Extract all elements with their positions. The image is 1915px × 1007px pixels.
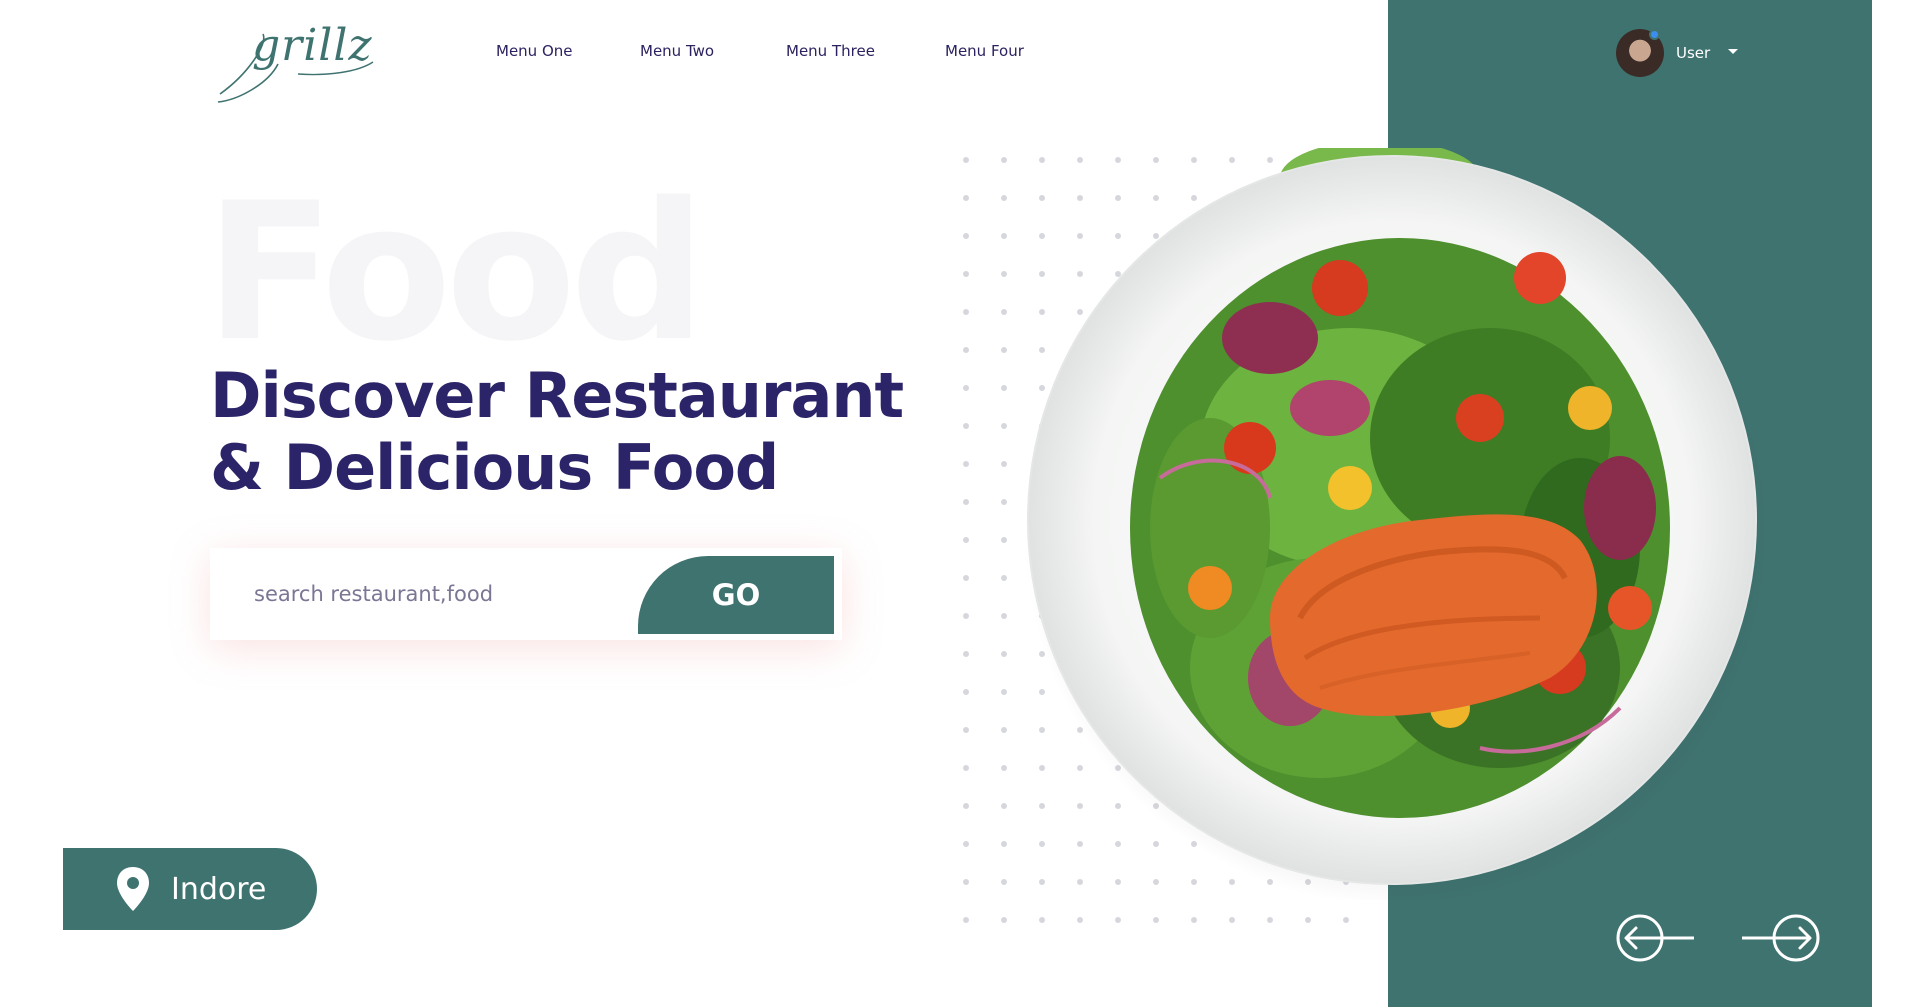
nav-item-menu-one[interactable]: Menu One xyxy=(496,42,573,60)
pattern-dot xyxy=(1267,917,1273,923)
pattern-dot xyxy=(1077,917,1083,923)
pattern-dot xyxy=(1001,195,1007,201)
pattern-dot xyxy=(1115,917,1121,923)
salad-plate-image xyxy=(1020,140,1772,906)
background-word: Food xyxy=(205,162,706,383)
pattern-dot xyxy=(1001,537,1007,543)
pattern-dot xyxy=(963,765,969,771)
pattern-dot xyxy=(1001,803,1007,809)
pattern-dot xyxy=(1039,917,1045,923)
pattern-dot xyxy=(1001,271,1007,277)
pattern-dot xyxy=(963,157,969,163)
hero-headline: Discover Restaurant & Delicious Food xyxy=(210,360,990,504)
pattern-dot xyxy=(963,917,969,923)
pattern-dot xyxy=(1001,499,1007,505)
chevron-down-icon[interactable] xyxy=(1728,48,1739,54)
pattern-dot xyxy=(963,841,969,847)
nav-item-menu-four[interactable]: Menu Four xyxy=(945,42,1024,60)
user-menu[interactable]: User xyxy=(1616,29,1739,77)
pattern-dot xyxy=(963,423,969,429)
search-input[interactable] xyxy=(238,548,658,640)
pattern-dot xyxy=(963,727,969,733)
pattern-dot xyxy=(1229,917,1235,923)
pattern-dot xyxy=(963,879,969,885)
nav-item-menu-three[interactable]: Menu Three xyxy=(786,42,875,60)
pattern-dot xyxy=(963,461,969,467)
arrow-left-circle-icon xyxy=(1616,914,1694,962)
pattern-dot xyxy=(963,537,969,543)
pattern-dot xyxy=(963,613,969,619)
pattern-dot xyxy=(963,385,969,391)
nav-item-menu-two[interactable]: Menu Two xyxy=(640,42,714,60)
pattern-dot xyxy=(963,271,969,277)
pattern-dot xyxy=(1001,309,1007,315)
logo-text: grillz xyxy=(252,20,373,71)
map-pin-icon xyxy=(117,867,149,911)
pattern-dot xyxy=(963,347,969,353)
pattern-dot xyxy=(963,195,969,201)
pattern-dot xyxy=(963,803,969,809)
pattern-dot xyxy=(1001,385,1007,391)
pattern-dot xyxy=(963,233,969,239)
pattern-dot xyxy=(963,499,969,505)
pattern-dot xyxy=(1191,917,1197,923)
pattern-dot xyxy=(1001,461,1007,467)
pattern-dot xyxy=(1001,917,1007,923)
pattern-dot xyxy=(1001,689,1007,695)
avatar[interactable] xyxy=(1616,29,1664,77)
carousel-prev-button[interactable] xyxy=(1612,910,1696,970)
pattern-dot xyxy=(1001,423,1007,429)
pattern-dot xyxy=(1001,651,1007,657)
pattern-dot xyxy=(963,689,969,695)
headline-line-1: Discover Restaurant xyxy=(210,359,904,432)
pattern-dot xyxy=(1001,727,1007,733)
location-label: Indore xyxy=(171,871,267,907)
location-selector[interactable]: Indore xyxy=(63,848,317,930)
search-bar: GO xyxy=(210,548,842,640)
online-status-dot xyxy=(1649,29,1660,40)
go-button[interactable]: GO xyxy=(638,556,834,634)
pattern-dot xyxy=(1343,917,1349,923)
pattern-dot xyxy=(1153,917,1159,923)
pattern-dot xyxy=(1001,575,1007,581)
arrow-right-circle-icon xyxy=(1742,914,1820,962)
pattern-dot xyxy=(1001,157,1007,163)
salad-plate-icon xyxy=(1024,140,1768,906)
pattern-dot xyxy=(1305,917,1311,923)
brand-logo[interactable]: grillz xyxy=(208,14,378,104)
pattern-dot xyxy=(963,651,969,657)
pattern-dot xyxy=(1001,233,1007,239)
carousel-next-button[interactable] xyxy=(1740,910,1824,970)
pattern-dot xyxy=(963,309,969,315)
pattern-dot xyxy=(1001,347,1007,353)
pattern-dot xyxy=(963,575,969,581)
pattern-dot xyxy=(1001,613,1007,619)
pattern-dot xyxy=(1001,765,1007,771)
pattern-dot xyxy=(1001,841,1007,847)
pattern-dot xyxy=(1001,879,1007,885)
headline-line-2: & Delicious Food xyxy=(210,431,779,504)
user-name[interactable]: User xyxy=(1676,44,1710,62)
